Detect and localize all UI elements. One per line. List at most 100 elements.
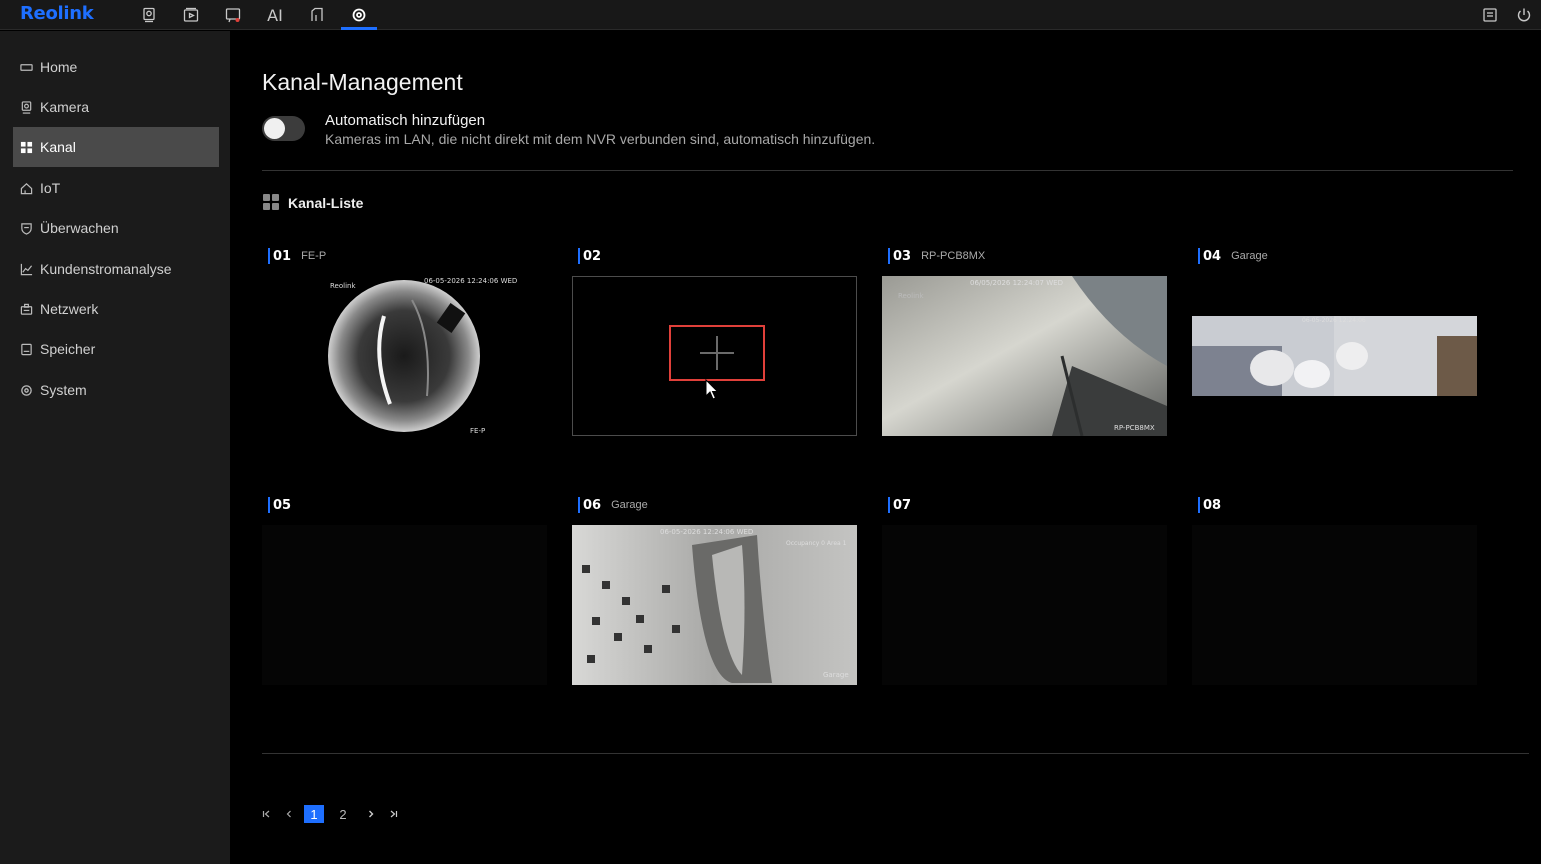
playback-icon[interactable] xyxy=(173,0,209,30)
sidebar-item-label: Netzwerk xyxy=(40,301,99,317)
sidebar-item-label: Überwachen xyxy=(40,220,119,236)
channel-preview-05[interactable] xyxy=(262,525,547,685)
channel-preview-04[interactable]: 06-05-2026 12:24:06 xyxy=(1192,316,1477,396)
channel-number: 02 xyxy=(583,248,602,264)
shield-icon xyxy=(19,221,33,235)
channel-label-03: 03 RP-PCB8MX xyxy=(888,248,985,264)
channel-number: 01 xyxy=(273,248,292,264)
channel-list-icon xyxy=(263,194,279,210)
gear-icon xyxy=(19,383,33,397)
overlay-brand: Reolink xyxy=(898,292,924,300)
sidebar-item-label: System xyxy=(40,382,87,398)
top-bar: Reolink AI xyxy=(0,0,1541,30)
sidebar-item-label: Kanal xyxy=(40,139,76,155)
channel-name: Garage xyxy=(1231,250,1268,262)
sidebar-item-kundenstromanalyse[interactable]: Kundenstromanalyse xyxy=(13,249,219,289)
channel-name: FE-P xyxy=(301,250,327,262)
storage-icon xyxy=(19,342,33,356)
sidebar-item-iot[interactable]: IoT xyxy=(13,168,219,208)
channel-label-07: 07 xyxy=(888,497,911,513)
live-view-icon[interactable] xyxy=(131,0,167,30)
mouse-cursor-icon xyxy=(705,379,719,400)
auto-add-description: Kameras im LAN, die nicht direkt mit dem… xyxy=(325,131,876,147)
overlay-time: 06-05-2026 12:24:06 WED xyxy=(660,528,754,536)
channel-label-08: 08 xyxy=(1198,497,1221,513)
channel-number: 05 xyxy=(273,497,292,513)
ai-icon[interactable]: AI xyxy=(257,0,293,30)
sidebar-item-system[interactable]: System xyxy=(13,370,219,410)
channel-label-06: 06 Garage xyxy=(578,497,648,513)
channel-label-05: 05 xyxy=(268,497,291,513)
page-1-button[interactable]: 1 xyxy=(304,805,324,823)
divider xyxy=(262,170,1513,171)
overlay-extra: Occupancy 0 Area 1 xyxy=(786,540,847,547)
overlay-name: FE-P xyxy=(470,427,486,435)
sidebar-item-netzwerk[interactable]: Netzwerk xyxy=(13,289,219,329)
page-title: Kanal-Management xyxy=(262,69,463,95)
toggle-knob xyxy=(264,118,285,139)
overlay-brand: Reolink xyxy=(330,282,356,290)
divider xyxy=(262,753,1529,754)
main-content: Kanal-Management Automatisch hinzufügen … xyxy=(230,31,1541,864)
channel-number: 03 xyxy=(893,248,912,264)
last-page-icon xyxy=(390,810,398,818)
sidebar-item-kamera[interactable]: Kamera xyxy=(13,87,219,127)
house-icon xyxy=(19,181,33,195)
channel-name: Garage xyxy=(611,499,648,511)
alarm-icon[interactable] xyxy=(215,0,251,30)
auto-add-toggle[interactable] xyxy=(262,116,305,141)
sidebar-item-ueberwachen[interactable]: Überwachen xyxy=(13,208,219,248)
channel-name: RP-PCB8MX xyxy=(921,250,986,262)
sidebar-item-speicher[interactable]: Speicher xyxy=(13,329,219,369)
overlay-time: 06-05-2026 12:24:06 WED xyxy=(424,277,518,285)
next-page-button[interactable] xyxy=(364,805,378,823)
sidebar-item-kanal[interactable]: Kanal xyxy=(13,127,219,167)
channel-label-01: 01 FE-P xyxy=(268,248,326,264)
sidebar-item-label: Kamera xyxy=(40,99,90,115)
channel-number: 08 xyxy=(1203,497,1222,513)
add-channel-slot-02[interactable] xyxy=(572,276,857,436)
channel-preview-06[interactable]: 06-05-2026 12:24:06 WED Occupancy 0 Area… xyxy=(572,525,857,685)
home-icon xyxy=(19,60,33,74)
chart-icon xyxy=(19,262,33,276)
overlay-time: 06-05-2026 12:24:06 xyxy=(1302,317,1366,324)
last-page-button[interactable] xyxy=(386,805,400,823)
files-icon[interactable] xyxy=(299,0,335,30)
channel-label-02: 02 xyxy=(578,248,601,264)
channel-number: 04 xyxy=(1203,248,1222,264)
ai-label: AI xyxy=(267,5,283,25)
first-page-button[interactable] xyxy=(260,805,274,823)
channel-number: 06 xyxy=(583,497,602,513)
chevron-right-icon xyxy=(369,810,374,818)
sidebar-item-label: Home xyxy=(40,59,78,75)
sidebar: Home Kamera Kanal IoT Überwachen Kundens… xyxy=(0,31,230,864)
first-page-icon xyxy=(262,810,270,818)
overlay-name: Garage xyxy=(823,671,849,679)
camera-icon xyxy=(19,100,33,114)
channel-preview-01[interactable]: Reolink 06-05-2026 12:24:06 WED FE-P xyxy=(262,276,547,436)
channel-preview-07[interactable] xyxy=(882,525,1167,685)
power-icon[interactable] xyxy=(1506,0,1541,30)
network-icon xyxy=(19,302,33,316)
chevron-left-icon xyxy=(286,810,291,818)
settings-icon[interactable] xyxy=(341,0,377,30)
sidebar-item-label: IoT xyxy=(40,180,61,196)
sidebar-item-label: Kundenstromanalyse xyxy=(40,261,172,277)
brand-logo[interactable]: Reolink xyxy=(20,3,94,24)
plus-icon xyxy=(700,336,734,370)
add-camera-button[interactable] xyxy=(669,325,765,381)
grid-icon xyxy=(19,140,33,154)
channel-preview-08[interactable] xyxy=(1192,525,1477,685)
channel-preview-03[interactable]: Reolink 06/05/2026 12:24:07 WED RP-PCB8M… xyxy=(882,276,1167,436)
sidebar-item-label: Speicher xyxy=(40,341,96,357)
page-2-button[interactable]: 2 xyxy=(333,805,353,823)
channel-list-title: Kanal-Liste xyxy=(288,195,364,211)
notes-icon[interactable] xyxy=(1472,0,1508,30)
sidebar-item-home[interactable]: Home xyxy=(13,47,219,87)
overlay-time: 06/05/2026 12:24:07 WED xyxy=(970,279,1063,287)
overlay-name: RP-PCB8MX xyxy=(1114,424,1155,432)
prev-page-button[interactable] xyxy=(282,805,296,823)
channel-label-04: 04 Garage xyxy=(1198,248,1268,264)
channel-number: 07 xyxy=(893,497,912,513)
auto-add-title: Automatisch hinzufügen xyxy=(325,112,486,129)
